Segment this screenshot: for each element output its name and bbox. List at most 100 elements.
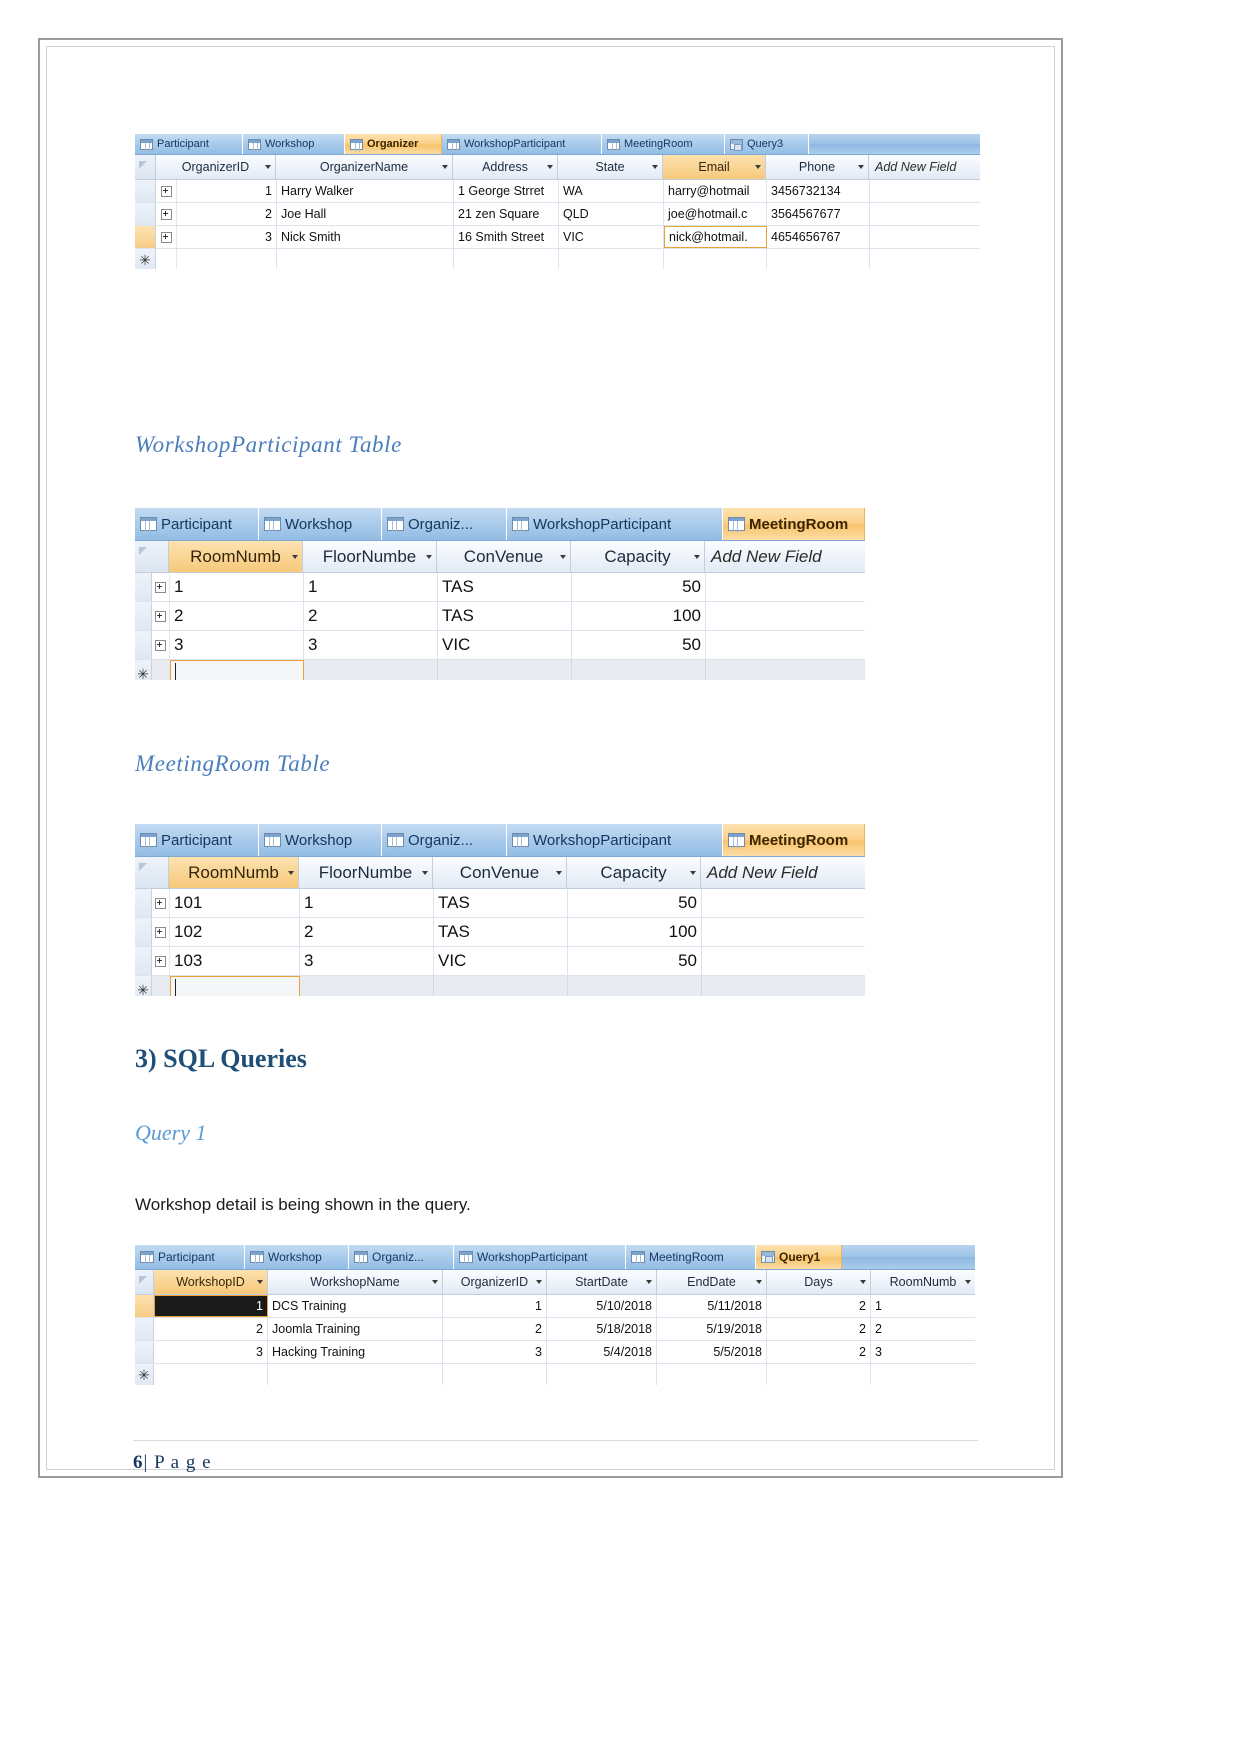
- new-record-row[interactable]: ✳: [135, 976, 865, 996]
- select-all-corner[interactable]: [135, 155, 156, 179]
- cell-phone[interactable]: 4654656767: [767, 226, 870, 248]
- chevron-down-icon[interactable]: [646, 1280, 652, 1284]
- table-row[interactable]: 102 2 TAS 100: [135, 918, 865, 947]
- row-selector[interactable]: [135, 631, 152, 659]
- tab-workshop[interactable]: Workshop: [259, 824, 382, 856]
- tab-workshopparticipant[interactable]: WorkshopParticipant: [442, 134, 602, 154]
- cell-state[interactable]: VIC: [559, 226, 664, 248]
- cell-workshopname[interactable]: DCS Training: [268, 1295, 443, 1317]
- chevron-down-icon[interactable]: [265, 165, 271, 169]
- new-record-marker[interactable]: ✳: [135, 1364, 154, 1385]
- cell-organizerid[interactable]: 2: [177, 203, 277, 225]
- tab-participant[interactable]: Participant: [135, 134, 243, 154]
- cell-new-phone[interactable]: [767, 249, 870, 269]
- cell-new-email[interactable]: [664, 249, 767, 269]
- cell-new-floornumbe[interactable]: [304, 660, 438, 680]
- cell-workshopid[interactable]: 3: [154, 1341, 268, 1363]
- column-header-phone[interactable]: Phone: [766, 155, 869, 179]
- column-header-convenue[interactable]: ConVenue: [433, 857, 567, 888]
- column-header-enddate[interactable]: EndDate: [657, 1270, 767, 1294]
- cell-convenue[interactable]: VIC: [438, 631, 572, 659]
- column-header-startdate[interactable]: StartDate: [547, 1270, 657, 1294]
- cell-floornumbe[interactable]: 2: [300, 918, 434, 946]
- row-selector-current[interactable]: [135, 1295, 154, 1317]
- meetingroom-tabstrip[interactable]: Participant Workshop Organiz... Workshop…: [135, 824, 865, 857]
- table-row[interactable]: 101 1 TAS 50: [135, 889, 865, 918]
- cell-organizername[interactable]: Nick Smith: [277, 226, 454, 248]
- cell-capacity[interactable]: 100: [568, 918, 702, 946]
- column-header-organizername[interactable]: OrganizerName: [276, 155, 453, 179]
- column-header-workshopname[interactable]: WorkshopName: [268, 1270, 443, 1294]
- chevron-down-icon[interactable]: [560, 554, 566, 559]
- cell-new-organizerid[interactable]: [443, 1364, 547, 1385]
- column-header-convenue[interactable]: ConVenue: [437, 541, 571, 572]
- row-selector[interactable]: [135, 602, 152, 630]
- expand-row-icon[interactable]: [156, 226, 177, 248]
- cell-new-roomnumb[interactable]: [871, 1364, 975, 1385]
- table-row[interactable]: 3 3 VIC 50: [135, 631, 865, 660]
- chevron-down-icon[interactable]: [288, 870, 294, 875]
- cell-email[interactable]: joe@hotmail.c: [664, 203, 767, 225]
- expand-row-icon[interactable]: [152, 602, 170, 630]
- cell-new-convenue[interactable]: [434, 976, 568, 996]
- cell-floornumbe[interactable]: 3: [304, 631, 438, 659]
- organizer-datasheet[interactable]: Participant Workshop Organizer WorkshopP…: [135, 134, 980, 269]
- table-row[interactable]: 1 Harry Walker 1 George Strret WA harry@…: [135, 180, 980, 203]
- cell-workshopid-selected[interactable]: 1: [154, 1295, 268, 1317]
- chevron-down-icon[interactable]: [755, 165, 761, 169]
- chevron-down-icon[interactable]: [690, 870, 696, 875]
- column-header-capacity[interactable]: Capacity: [567, 857, 701, 888]
- select-all-corner[interactable]: [135, 541, 169, 572]
- cell-roomnumb[interactable]: 101: [170, 889, 300, 917]
- chevron-down-icon[interactable]: [536, 1280, 542, 1284]
- cell-capacity[interactable]: 50: [572, 631, 706, 659]
- expand-row-icon[interactable]: [156, 180, 177, 202]
- cell-organizerid[interactable]: 3: [177, 226, 277, 248]
- cell-new-enddate[interactable]: [657, 1364, 767, 1385]
- cell-new-convenue[interactable]: [438, 660, 572, 680]
- tab-workshopparticipant[interactable]: WorkshopParticipant: [454, 1245, 626, 1269]
- column-header-organizerid[interactable]: OrganizerID: [156, 155, 276, 179]
- chevron-down-icon[interactable]: [965, 1280, 971, 1284]
- cell-capacity[interactable]: 50: [572, 573, 706, 601]
- cell-capacity[interactable]: 100: [572, 602, 706, 630]
- cell-startdate[interactable]: 5/10/2018: [547, 1295, 657, 1317]
- cell-enddate[interactable]: 5/19/2018: [657, 1318, 767, 1340]
- cell-new-capacity[interactable]: [572, 660, 706, 680]
- cell-organizername[interactable]: Joe Hall: [277, 203, 454, 225]
- row-selector[interactable]: [135, 947, 152, 975]
- tab-organizer[interactable]: Organiz...: [382, 508, 507, 540]
- select-all-corner[interactable]: [135, 857, 169, 888]
- cell-new-state[interactable]: [559, 249, 664, 269]
- chevron-down-icon[interactable]: [858, 165, 864, 169]
- tab-organizer[interactable]: Organiz...: [382, 824, 507, 856]
- column-header-email[interactable]: Email: [663, 155, 766, 179]
- table-row[interactable]: 1 DCS Training 1 5/10/2018 5/11/2018 2 1: [135, 1295, 975, 1318]
- tab-participant[interactable]: Participant: [135, 508, 259, 540]
- cell-convenue[interactable]: TAS: [438, 602, 572, 630]
- new-record-row[interactable]: ✳: [135, 249, 980, 269]
- new-record-row[interactable]: ✳: [135, 1364, 975, 1385]
- column-header-organizerid[interactable]: OrganizerID: [443, 1270, 547, 1294]
- cell-floornumbe[interactable]: 2: [304, 602, 438, 630]
- cell-address[interactable]: 21 zen Square: [454, 203, 559, 225]
- cell-floornumbe[interactable]: 3: [300, 947, 434, 975]
- tab-participant[interactable]: Participant: [135, 1245, 245, 1269]
- cell-new-startdate[interactable]: [547, 1364, 657, 1385]
- tab-workshop[interactable]: Workshop: [243, 134, 345, 154]
- column-header-state[interactable]: State: [558, 155, 663, 179]
- tab-query1[interactable]: Query1: [756, 1245, 842, 1269]
- cell-roomnumb[interactable]: 102: [170, 918, 300, 946]
- select-all-corner[interactable]: [135, 1270, 154, 1294]
- cell-convenue[interactable]: TAS: [434, 918, 568, 946]
- expand-row-icon[interactable]: [152, 631, 170, 659]
- chevron-down-icon[interactable]: [292, 554, 298, 559]
- table-row[interactable]: 3 Nick Smith 16 Smith Street VIC nick@ho…: [135, 226, 980, 249]
- cell-new-workshopname[interactable]: [268, 1364, 443, 1385]
- query1-tabstrip[interactable]: Participant Workshop Organiz... Workshop…: [135, 1245, 975, 1270]
- new-record-row[interactable]: ✳: [135, 660, 865, 680]
- cell-days[interactable]: 2: [767, 1318, 871, 1340]
- column-header-floornumbe[interactable]: FloorNumbe: [303, 541, 437, 572]
- column-header-roomnumb[interactable]: RoomNumb: [871, 1270, 975, 1294]
- chevron-down-icon[interactable]: [756, 1280, 762, 1284]
